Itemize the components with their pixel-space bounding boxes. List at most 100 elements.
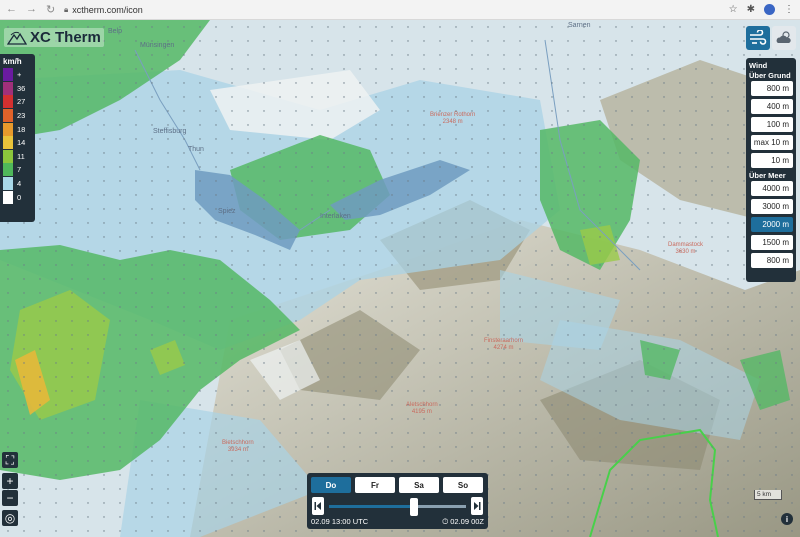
forward-icon[interactable]: → bbox=[26, 3, 37, 16]
reload-icon[interactable]: ↻ bbox=[46, 3, 55, 16]
legend-row: 36 bbox=[3, 81, 32, 96]
model-run: 🕓︎ 02.09 00Z bbox=[442, 517, 484, 527]
legend-label: 14 bbox=[17, 138, 26, 148]
peak-label: Brienzer Rothorn 2348 m bbox=[430, 112, 476, 125]
peak-label: Bietschhorn 3934 m bbox=[222, 440, 254, 453]
ground-level-button[interactable]: 10 m bbox=[751, 153, 793, 168]
peak-label: Finsteraarhorn 4274 m bbox=[484, 338, 524, 351]
legend-row: 23 bbox=[3, 109, 32, 123]
place-label: Sarnen bbox=[568, 22, 591, 29]
legend-swatch bbox=[3, 190, 13, 204]
mountain-logo-icon bbox=[7, 31, 27, 45]
day-tab[interactable]: Sa bbox=[399, 477, 439, 493]
legend-label: 36 bbox=[17, 83, 26, 93]
app-logo[interactable]: XC Therm bbox=[4, 28, 104, 47]
legend-swatch bbox=[3, 122, 13, 136]
logo-text: XC Therm bbox=[30, 29, 101, 46]
place-label: Münsingen bbox=[140, 42, 175, 49]
legend-swatch bbox=[3, 95, 13, 109]
sea-level-button[interactable]: 2000 m bbox=[751, 217, 793, 232]
skip-forward-icon bbox=[474, 502, 481, 510]
skip-back-icon bbox=[314, 502, 321, 510]
current-time: 02.09 13:00 UTC bbox=[311, 517, 369, 526]
legend-label: 0 bbox=[17, 192, 22, 202]
day-tab[interactable]: Do bbox=[311, 477, 351, 493]
next-button[interactable] bbox=[471, 497, 483, 515]
place-label: Spiez bbox=[218, 208, 236, 215]
legend-swatch bbox=[3, 163, 13, 177]
legend-label: 27 bbox=[17, 97, 26, 107]
legend-row: 0 bbox=[3, 190, 32, 204]
scale-bar: 5 km bbox=[754, 490, 782, 500]
prev-button[interactable] bbox=[312, 497, 324, 515]
time-bar: Do Fr Sa So 02.09 13:00 UTC 🕓︎ 02.09 00Z bbox=[307, 473, 488, 529]
legend-unit: km/h bbox=[3, 57, 22, 66]
info-button[interactable]: i bbox=[781, 513, 793, 525]
legend-swatch bbox=[3, 109, 13, 123]
legend-swatch bbox=[3, 136, 13, 150]
legend-label: 23 bbox=[17, 111, 26, 121]
back-icon[interactable]: ← bbox=[6, 3, 17, 16]
star-icon[interactable]: ☆ bbox=[729, 4, 738, 15]
legend-row: 27 bbox=[3, 95, 32, 109]
time-slider-handle[interactable] bbox=[409, 498, 418, 516]
legend-label: 4 bbox=[17, 179, 22, 189]
terrain-wind-layer bbox=[0, 20, 800, 537]
wind-header: Wind bbox=[749, 61, 768, 70]
legend-swatch bbox=[3, 149, 13, 163]
locate-button[interactable]: ◎ bbox=[2, 510, 18, 526]
place-label: Interlaken bbox=[320, 213, 351, 220]
model-run-text: 02.09 00Z bbox=[450, 517, 484, 526]
lock-icon: 🔒︎ bbox=[64, 4, 69, 14]
wind-legend: km/h +36 27 23 18 14 11 7 4 0 bbox=[0, 54, 35, 222]
legend-row: 18 bbox=[3, 122, 32, 136]
day-tab[interactable]: Fr bbox=[355, 477, 395, 493]
sea-level-button[interactable]: 800 m bbox=[751, 253, 793, 268]
extensions-icon[interactable]: ✱ bbox=[747, 4, 755, 15]
address-bar[interactable]: xctherm.com/icon bbox=[72, 5, 728, 15]
day-tab[interactable]: So bbox=[443, 477, 483, 493]
menu-icon[interactable]: ⋮ bbox=[784, 4, 794, 15]
cloud-sun-icon bbox=[776, 31, 791, 43]
altitude-panel: Wind Über Grund 800 m 400 m 100 m max 10 m 1… bbox=[746, 58, 796, 282]
ground-level-button[interactable]: 800 m bbox=[751, 81, 793, 96]
time-slider-track[interactable] bbox=[329, 505, 466, 508]
profile-avatar[interactable] bbox=[764, 4, 775, 15]
wind-icon bbox=[750, 30, 767, 45]
legend-row: 11 bbox=[3, 149, 32, 164]
legend-row: 14 bbox=[3, 136, 32, 150]
zoom-out-button[interactable]: − bbox=[2, 490, 18, 506]
place-label: Belp bbox=[108, 28, 123, 35]
place-label: Thun bbox=[188, 146, 204, 153]
sea-header: Über Meer bbox=[749, 171, 786, 180]
legend-label: + bbox=[17, 70, 22, 80]
ground-level-button[interactable]: 100 m bbox=[751, 117, 793, 132]
sea-level-button[interactable]: 3000 m bbox=[751, 199, 793, 214]
legend-label: 11 bbox=[17, 151, 25, 161]
sea-level-button[interactable]: 1500 m bbox=[751, 235, 793, 250]
ground-header: Über Grund bbox=[749, 71, 791, 80]
fullscreen-button[interactable]: ⛶ bbox=[2, 452, 18, 468]
locate-icon: ◎ bbox=[4, 511, 16, 525]
cloud-layer-button[interactable] bbox=[772, 26, 796, 50]
ground-level-button[interactable]: max 10 m bbox=[751, 135, 793, 150]
legend-row: 7 bbox=[3, 163, 32, 177]
time-slider-fill bbox=[329, 505, 414, 508]
peak-label: Aletschhorn 4195 m bbox=[406, 402, 438, 415]
legend-swatch bbox=[3, 68, 13, 82]
clock-icon: 🕓︎ bbox=[442, 517, 449, 526]
legend-label: 18 bbox=[17, 124, 26, 134]
wind-layer-button[interactable] bbox=[746, 26, 770, 50]
minus-icon: − bbox=[6, 491, 14, 505]
sea-level-button[interactable]: 4000 m bbox=[751, 181, 793, 196]
legend-row: + bbox=[3, 68, 32, 82]
plus-icon: + bbox=[6, 474, 14, 488]
peak-label: Dammastock 3630 m bbox=[668, 242, 704, 255]
legend-swatch bbox=[3, 81, 13, 95]
place-label: Steffisburg bbox=[153, 128, 187, 135]
legend-label: 7 bbox=[17, 165, 22, 175]
ground-level-button[interactable]: 400 m bbox=[751, 99, 793, 114]
map-view[interactable]: Belp Münsingen Steffisburg Thun Spiez In… bbox=[0, 20, 800, 537]
zoom-in-button[interactable]: + bbox=[2, 473, 18, 489]
legend-swatch bbox=[3, 177, 13, 191]
